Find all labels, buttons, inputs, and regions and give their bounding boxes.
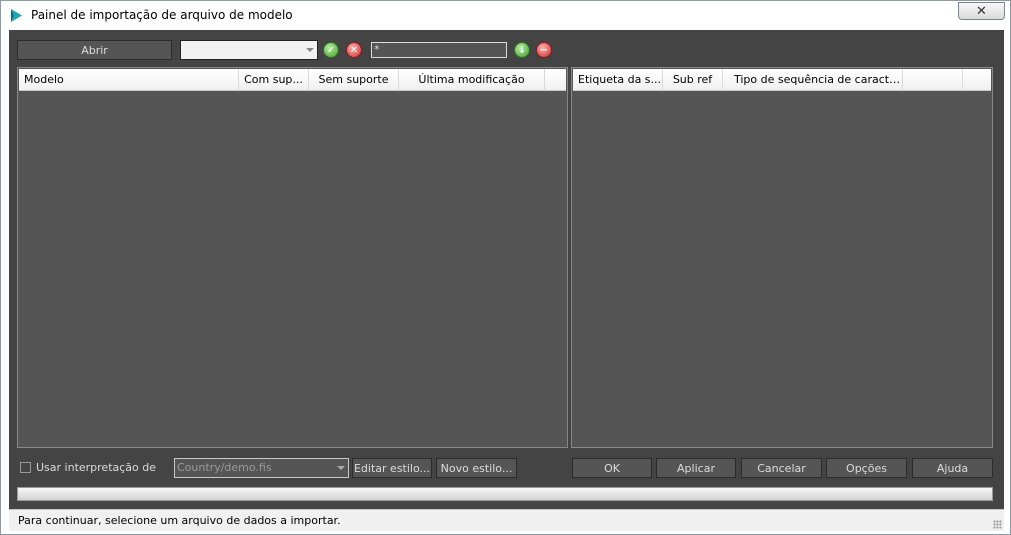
import-dialog-window: Painel de importação de arquivo de model… (0, 0, 1011, 535)
filter-input[interactable]: * (371, 42, 507, 58)
tag-list-header: Etiqueta da s... Sub ref Tipo de sequênc… (573, 69, 991, 91)
app-logo-icon (11, 9, 22, 22)
window-title: Painel de importação de arquivo de model… (31, 8, 293, 22)
model-list-panel[interactable]: Modelo Com sup... Sem suporte Última mod… (17, 67, 568, 448)
ok-label: OK (604, 461, 620, 475)
new-style-label: Novo estilo... (440, 461, 513, 475)
open-button[interactable]: Abrir (17, 40, 172, 60)
column-header-sub-ref[interactable]: Sub ref (663, 69, 723, 91)
filter-value: * (374, 43, 380, 56)
column-header-last-modified[interactable]: Última modificação (399, 69, 545, 91)
status-bar: Para continuar, selecione um arquivo de … (9, 509, 1004, 531)
open-button-label: Abrir (81, 43, 108, 57)
new-style-button[interactable]: Novo estilo... (436, 458, 517, 478)
remove-icon[interactable]: − (536, 42, 552, 58)
column-header-supported[interactable]: Com sup... (239, 69, 309, 91)
use-interpretation-checkbox[interactable] (20, 462, 31, 473)
check-icon[interactable]: ✓ (323, 42, 339, 58)
close-icon: ✕ (976, 3, 987, 19)
use-interpretation-label: Usar interpretação de (36, 461, 157, 474)
progress-bar (17, 487, 993, 501)
help-button[interactable]: Ajuda (912, 458, 993, 478)
apply-button[interactable]: Aplicar (656, 458, 736, 478)
tag-list-panel[interactable]: Etiqueta da s... Sub ref Tipo de sequênc… (571, 67, 993, 448)
resize-grip-icon[interactable] (993, 520, 1002, 529)
help-label: Ajuda (936, 461, 969, 475)
options-label: Opções (846, 461, 887, 475)
close-button[interactable]: ✕ (958, 2, 1005, 20)
style-combo[interactable]: Country/demo.fis (174, 458, 349, 478)
file-combo[interactable] (180, 40, 318, 60)
column-header-model[interactable]: Modelo (19, 69, 239, 91)
edit-style-label: Editar estilo... (353, 461, 430, 475)
chevron-down-icon (337, 466, 345, 470)
download-icon[interactable]: ↓ (514, 42, 530, 58)
column-header-string-type[interactable]: Tipo de sequência de caracteres (723, 69, 903, 91)
model-list-header: Modelo Com sup... Sem suporte Última mod… (19, 69, 566, 91)
edit-style-button[interactable]: Editar estilo... (352, 458, 432, 478)
column-header-extra (545, 69, 566, 91)
status-message: Para continuar, selecione um arquivo de … (18, 514, 341, 527)
column-header-unsupported[interactable]: Sem suporte (309, 69, 399, 91)
ok-button[interactable]: OK (572, 458, 652, 478)
cancel-icon[interactable]: ✕ (346, 42, 362, 58)
column-header-extra-1 (903, 69, 963, 91)
style-combo-value: Country/demo.fis (177, 461, 272, 474)
chevron-down-icon (306, 48, 314, 52)
cancel-label: Cancelar (757, 461, 806, 475)
column-header-tag[interactable]: Etiqueta da s... (573, 69, 663, 91)
cancel-button[interactable]: Cancelar (741, 458, 822, 478)
title-bar: Painel de importação de arquivo de model… (1, 1, 1010, 30)
apply-label: Aplicar (677, 461, 715, 475)
dialog-client-area: Abrir ✓ ✕ * ↓ − Modelo Com sup... Sem su… (9, 30, 1004, 531)
column-header-extra-2 (963, 69, 991, 91)
options-button[interactable]: Opções (826, 458, 907, 478)
